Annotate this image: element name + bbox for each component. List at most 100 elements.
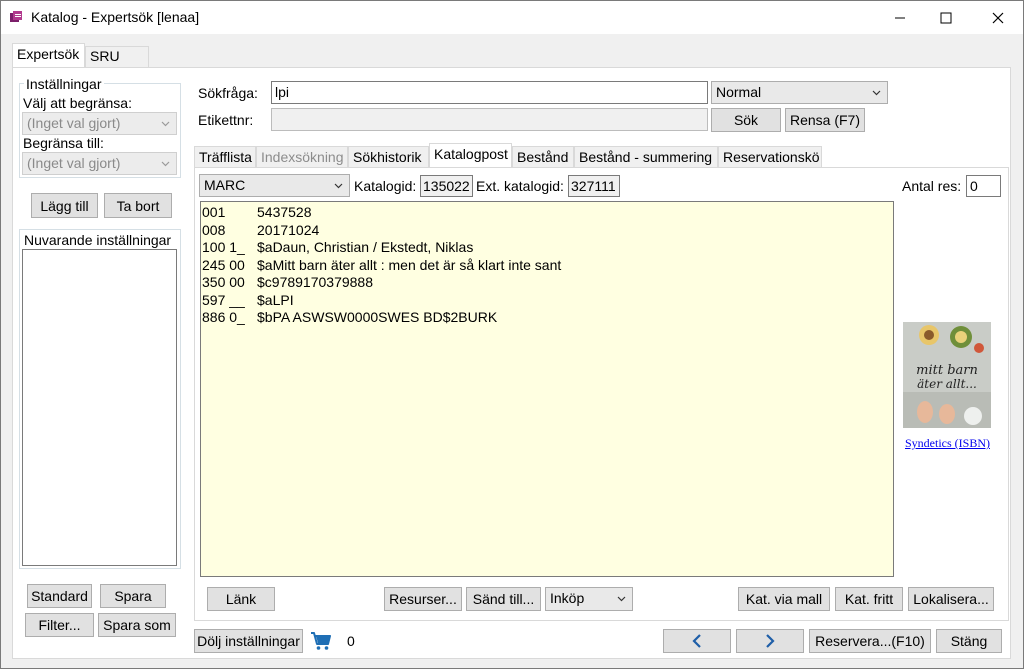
- marc-indicators: 00: [229, 256, 245, 273]
- settings-group-label: Inställningar: [24, 76, 104, 92]
- localize-button[interactable]: Lokalisera...: [908, 587, 994, 611]
- chevron-down-icon: [161, 121, 170, 127]
- app-icon: [10, 11, 22, 22]
- marc-tag-block: 886 0_: [202, 309, 257, 325]
- save-as-button[interactable]: Spara som: [98, 613, 176, 637]
- minimize-button[interactable]: [877, 1, 923, 34]
- current-settings-list[interactable]: [22, 249, 177, 566]
- cart-icon[interactable]: [310, 631, 332, 651]
- record-format-value: MARC: [204, 177, 246, 193]
- clear-button[interactable]: Rensa (F7): [785, 108, 865, 132]
- marc-line: 597 __ $aLPI: [202, 292, 892, 310]
- close-window-button[interactable]: [975, 1, 1021, 34]
- marc-tag: 245: [202, 256, 226, 273]
- res-count-field: 0: [966, 175, 1001, 197]
- previous-button[interactable]: [663, 629, 731, 653]
- marc-indicators: __: [229, 291, 245, 308]
- marc-tag-block: 245 00: [202, 257, 257, 273]
- marc-tag: 001: [202, 204, 226, 220]
- query-label: Sökfråga:: [198, 85, 258, 101]
- marc-indicators: 0_: [229, 309, 245, 325]
- chevron-down-icon: [334, 183, 343, 189]
- tab-katalogpost[interactable]: Katalogpost: [429, 143, 512, 167]
- marc-tag: 597: [202, 291, 226, 308]
- record-format-select[interactable]: MARC: [199, 174, 350, 197]
- limit-select[interactable]: (Inget val gjort): [22, 112, 177, 135]
- marc-tag-block: 100 1_: [202, 239, 257, 255]
- marc-tag: 886: [202, 309, 226, 325]
- tab-indexsokning[interactable]: Indexsökning: [256, 146, 348, 168]
- marc-tag: 350: [202, 274, 226, 290]
- search-button[interactable]: Sök: [711, 108, 781, 132]
- marc-line: 008 20171024: [202, 222, 892, 240]
- purchase-value: Inköp: [550, 590, 585, 606]
- res-count-label: Antal res:: [902, 178, 962, 194]
- resources-button[interactable]: Resurser...: [384, 587, 462, 611]
- ext-catalog-id-label: Ext. katalogid:: [476, 178, 564, 194]
- close-button[interactable]: Stäng: [936, 629, 1002, 653]
- book-cover-image: mitt barn äter allt...: [903, 322, 991, 428]
- next-button[interactable]: [736, 629, 804, 653]
- label-number-input[interactable]: [271, 108, 708, 131]
- chevron-down-icon: [872, 90, 881, 96]
- tab-expertsok[interactable]: Expertsök: [12, 43, 85, 68]
- marc-field-text: $aDaun, Christian / Ekstedt, Niklas: [257, 239, 474, 255]
- marc-field-text: 5437528: [257, 204, 312, 220]
- chevron-down-icon: [617, 596, 626, 602]
- title-bar: Katalog - Expertsök [lenaa]: [1, 1, 1023, 34]
- cover-title-line1: mitt barn: [916, 363, 978, 378]
- chevron-left-icon: [692, 634, 701, 648]
- limit-to-label: Begränsa till:: [23, 135, 104, 151]
- marc-line: 886 0_ $bPA ASWSW0000SWES BD$2BURK: [202, 309, 892, 327]
- tab-bestand[interactable]: Bestånd: [512, 146, 574, 168]
- catalog-id-label: Katalogid:: [354, 178, 417, 194]
- cat-via-template-button[interactable]: Kat. via mall: [738, 587, 830, 611]
- save-settings-button[interactable]: Spara: [100, 584, 166, 608]
- marc-tag: 008: [202, 221, 226, 238]
- tab-reservationsko[interactable]: Reservationskö: [718, 146, 822, 168]
- tab-traffflista[interactable]: Träfflista: [194, 146, 256, 168]
- marc-field-text: $aLPI: [257, 291, 294, 308]
- marc-indicators: 00: [229, 274, 245, 290]
- link-button[interactable]: Länk: [207, 587, 275, 611]
- limit-to-select-value: (Inget val gjort): [27, 155, 121, 171]
- chevron-right-icon: [766, 634, 775, 648]
- marc-tag: 100: [202, 239, 226, 255]
- tab-sru-sok[interactable]: SRU sök: [85, 46, 149, 80]
- cat-free-button[interactable]: Kat. fritt: [835, 587, 903, 611]
- syndetics-link[interactable]: Syndetics (ISBN): [905, 436, 990, 451]
- search-mode-select[interactable]: Normal: [711, 81, 888, 104]
- marc-record-text[interactable]: 001 5437528 008 20171024 100 1_ $aDaun, Chris…: [200, 201, 894, 577]
- marc-field-text: $aMitt barn äter allt : men det är så kl…: [257, 256, 562, 273]
- limit-to-select[interactable]: (Inget val gjort): [22, 152, 177, 175]
- cover-title-line2: äter allt...: [917, 377, 977, 391]
- marc-tag-block: 597 __: [202, 292, 257, 308]
- marc-field-text: 20171024: [257, 221, 320, 238]
- cart-count: 0: [347, 633, 355, 649]
- record-tabs: Träfflista Indexsökning Sökhistorik Kata…: [194, 143, 1008, 168]
- close-icon: [992, 12, 1004, 23]
- reserve-button[interactable]: Reservera...(F10): [809, 629, 931, 653]
- ext-catalog-id-field: 327111: [568, 175, 620, 197]
- marc-field-text: $bPA ASWSW0000SWES BD$2BURK: [257, 309, 498, 325]
- chevron-down-icon: [161, 161, 170, 167]
- remove-button[interactable]: Ta bort: [104, 193, 172, 218]
- marc-indicators: 1_: [229, 239, 245, 255]
- tab-bestand-summering[interactable]: Bestånd - summering: [574, 146, 718, 168]
- filter-button[interactable]: Filter...: [25, 613, 94, 637]
- marc-line: 245 00 $aMitt barn äter allt : men det är…: [202, 257, 892, 275]
- query-input[interactable]: lpi: [271, 81, 708, 104]
- hide-settings-button[interactable]: Dölj inställningar: [194, 629, 303, 653]
- standard-button[interactable]: Standard: [27, 584, 92, 608]
- maximize-button[interactable]: [923, 1, 969, 34]
- purchase-select[interactable]: Inköp: [545, 587, 633, 611]
- marc-field-text: $c9789170379888: [257, 274, 374, 290]
- send-to-button[interactable]: Sänd till...: [466, 587, 541, 611]
- catalog-window: Katalog - Expertsök [lenaa] Expertsök SR…: [0, 0, 1024, 669]
- add-button[interactable]: Lägg till: [31, 193, 98, 218]
- minimize-icon: [895, 17, 905, 18]
- tab-sokhistorik[interactable]: Sökhistorik: [348, 146, 429, 168]
- label-number-label: Etikettnr:: [198, 112, 254, 128]
- limit-select-value: (Inget val gjort): [27, 115, 121, 131]
- window-title: Katalog - Expertsök [lenaa]: [31, 9, 200, 25]
